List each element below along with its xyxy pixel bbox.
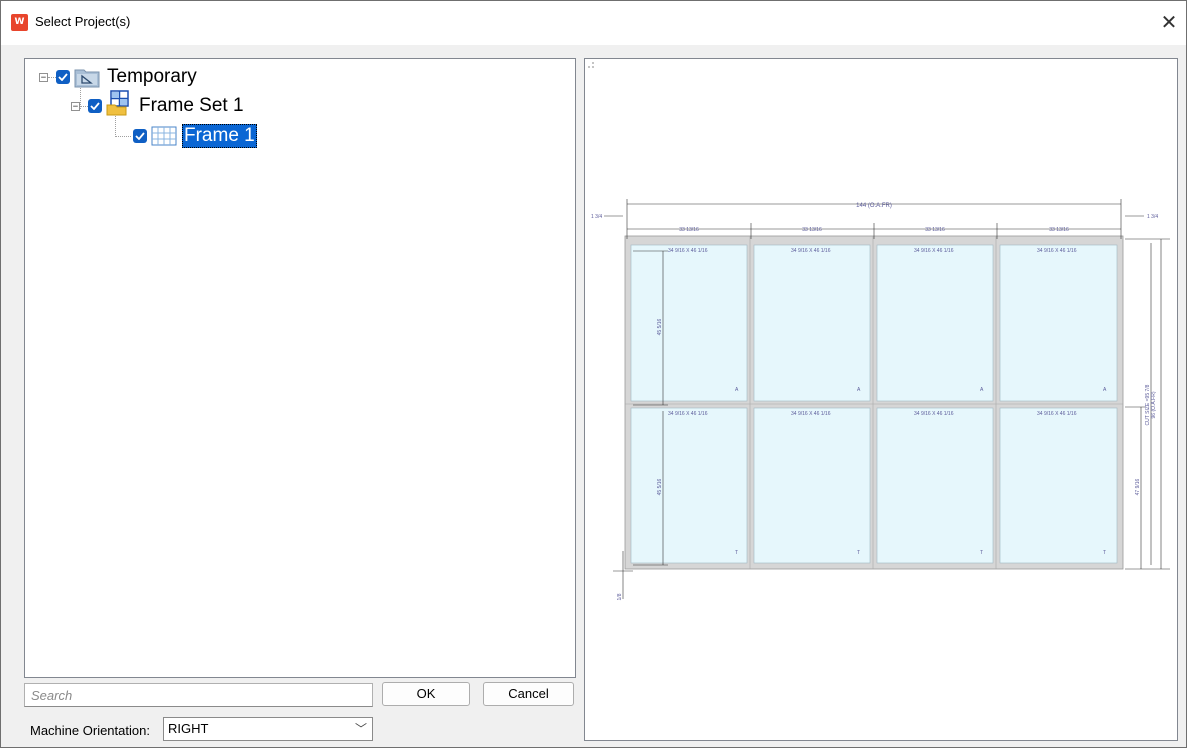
ok-button[interactable]: OK [382,682,470,706]
search-input[interactable] [24,683,373,707]
panel-size-label: 34 9/16 X 46 1/16 [914,411,954,417]
panel-size-label: 34 9/16 X 46 1/16 [668,248,708,254]
panel-size-label: 34 9/16 X 46 1/16 [668,411,708,417]
panel-size-label: 34 9/16 X 46 1/16 [791,248,831,254]
overall-height-dimension: 96 (O.A.FR) [1151,391,1157,418]
select-project-dialog: W Select Project(s) ✕ − Temporary − Fram… [0,0,1187,748]
glass-panel [876,244,994,402]
collapse-toggle-icon[interactable]: − [71,101,80,111]
project-tree[interactable]: − Temporary − Frame Set 1 Frame 1 [24,58,576,678]
glass-panel [876,407,994,564]
checkbox-checked-icon[interactable] [133,129,147,143]
machine-orientation-select[interactable]: RIGHT ﹀ [163,717,373,741]
panel-size-label: 34 9/16 X 46 1/16 [791,411,831,417]
tree-item-frame[interactable]: Frame 1 [133,123,257,149]
machine-orientation-label: Machine Orientation: [30,723,150,738]
column-width-dimension: 33 13/16 [802,227,822,233]
tree-item-label: Frame Set 1 [139,95,244,116]
chevron-down-icon[interactable]: ﹀ [355,718,367,740]
bottom-offset-dimension: 1/8 [617,593,623,600]
panel-size-label: 34 9/16 X 46 1/16 [1037,411,1077,417]
checkbox-checked-icon[interactable] [56,70,70,84]
collapse-toggle-icon[interactable]: − [39,72,48,82]
cancel-button[interactable]: Cancel [483,682,574,706]
glass-panel [630,407,748,564]
tree-item-label: Temporary [107,66,197,87]
right-bottom-height-dimension: 47 9/16 [1135,478,1141,495]
frame-grid-icon [151,126,177,146]
column-width-dimension: 33 13/16 [679,227,699,233]
panel-mark: T [980,550,983,556]
checkbox-checked-icon[interactable] [88,99,102,113]
column-width-dimension: 33 13/16 [925,227,945,233]
window-title: Select Project(s) [35,14,131,29]
frame-drawing: 144 (O.A.FR) 1 3/4 1 3/4 33 13/16 33 13/… [591,199,1170,600]
machine-orientation-value: RIGHT [168,721,209,736]
glass-panel [630,244,748,402]
tree-item-temporary[interactable]: − Temporary [39,64,199,90]
glass-panel [753,407,871,564]
left-offset-dimension: 1 3/4 [591,214,602,220]
app-logo-icon: W [11,14,28,31]
folder-icon [74,69,100,88]
panel-mark: T [1103,550,1106,556]
overall-width-dimension: 144 (O.A.FR) [856,203,892,209]
tree-item-label-selected: Frame 1 [182,124,257,148]
bottom-row-height-dimension: 45 5/16 [657,478,663,495]
top-row-height-dimension: 45 5/16 [657,318,663,335]
tree-item-frame-set[interactable]: − Frame Set 1 [71,90,246,119]
panel-size-label: 34 9/16 X 46 1/16 [914,248,954,254]
glass-panel [999,244,1118,402]
panel-mark: T [735,550,738,556]
title-bar[interactable]: W Select Project(s) ✕ [1,1,1186,45]
column-width-dimension: 33 13/16 [1049,227,1069,233]
right-offset-dimension: 1 3/4 [1147,214,1158,220]
frame-preview: 144 (O.A.FR) 1 3/4 1 3/4 33 13/16 33 13/… [584,58,1178,741]
tree-connector [115,136,131,137]
frame-set-icon [106,90,129,116]
glass-panel [999,407,1118,564]
panel-size-label: 34 9/16 X 46 1/16 [1037,248,1077,254]
panel-mark: T [857,550,860,556]
close-button[interactable]: ✕ [1152,5,1186,39]
glass-panel [753,244,871,402]
resize-grip-icon[interactable] [585,59,595,69]
